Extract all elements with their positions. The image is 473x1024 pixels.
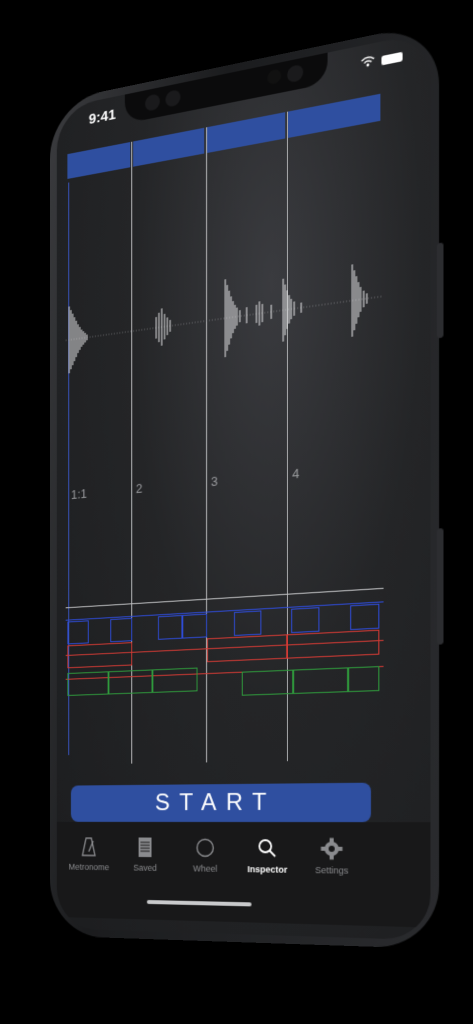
beat-label-2: 2 [136, 481, 143, 496]
tab-label: Settings [301, 865, 362, 876]
track-note-blue[interactable] [291, 607, 319, 633]
tab-settings[interactable]: Settings [301, 836, 362, 876]
tab-bar: Metronome Saved Wheel Inspector Settings [57, 822, 431, 928]
beat-bar-1[interactable] [67, 142, 130, 179]
metronome-icon [62, 835, 116, 858]
lens-icon [267, 68, 281, 85]
track-note-blue[interactable] [110, 618, 132, 642]
track-note-green[interactable] [293, 667, 348, 694]
camera-icon [145, 93, 160, 112]
track-note-green[interactable] [152, 668, 197, 693]
sensor-icon [287, 64, 303, 84]
side-button-lower [437, 528, 444, 645]
start-button[interactable]: START [71, 783, 371, 822]
track-note-red[interactable] [287, 630, 379, 659]
screen: 9:41 1:1 2 3 4 START Metronome Saved Whe… [57, 31, 431, 940]
magnifier-icon [238, 836, 297, 861]
tab-label: Metronome [62, 862, 116, 872]
phone-frame: 9:41 1:1 2 3 4 START Metronome Saved Whe… [50, 21, 439, 949]
tab-saved[interactable]: Saved [118, 835, 173, 873]
beat-label-1: 1:1 [71, 486, 87, 502]
track-note-green[interactable] [242, 670, 293, 696]
status-icons [361, 49, 403, 72]
beat-label-4: 4 [292, 466, 299, 482]
document-icon [118, 835, 173, 859]
tab-metronome[interactable]: Metronome [62, 835, 116, 872]
track-note-red[interactable] [67, 642, 132, 668]
track-note-green[interactable] [67, 671, 108, 696]
status-time: 9:41 [89, 106, 116, 128]
battery-icon [381, 51, 402, 65]
playhead-cursor[interactable] [68, 182, 69, 755]
track-note-blue[interactable] [350, 604, 379, 630]
gear-icon [301, 836, 362, 861]
beat-bar-2[interactable] [133, 128, 204, 167]
track-note-blue[interactable] [67, 620, 88, 644]
track-note-green[interactable] [109, 669, 153, 694]
track-note-red[interactable] [207, 634, 287, 662]
track-note-blue[interactable] [234, 610, 261, 636]
tab-label: Inspector [238, 864, 297, 875]
track-note-blue[interactable] [158, 615, 182, 640]
track-note-green[interactable] [348, 666, 379, 692]
sensor-icon [165, 89, 180, 108]
beat-bar-4[interactable] [288, 94, 380, 138]
circle-icon [177, 836, 234, 860]
beat-line [206, 127, 207, 762]
beat-label-3: 3 [211, 474, 218, 490]
waveform [66, 249, 384, 383]
tab-label: Wheel [177, 863, 234, 874]
beat-line [287, 112, 288, 762]
side-button [437, 242, 444, 338]
track-note-blue[interactable] [182, 614, 207, 639]
tab-label: Saved [118, 863, 173, 874]
track-separator [66, 588, 384, 608]
beat-bar-3[interactable] [207, 112, 285, 153]
wifi-icon [361, 54, 376, 71]
tab-wheel[interactable]: Wheel [177, 836, 234, 874]
tab-inspector[interactable]: Inspector [238, 836, 297, 875]
